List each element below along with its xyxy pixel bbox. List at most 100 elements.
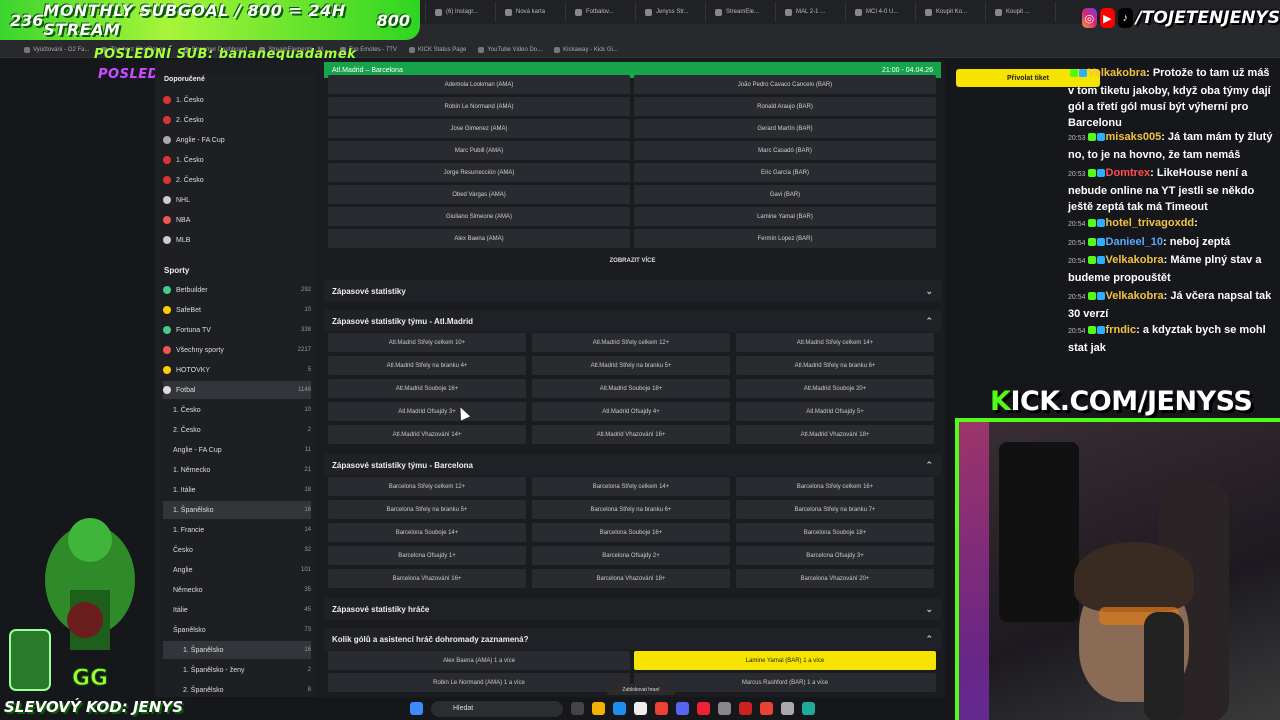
chat-username[interactable]: misaks005 — [1106, 131, 1162, 143]
player-option[interactable]: Gavi (BAR) — [634, 185, 936, 204]
browser-tab[interactable]: Fotbalov... — [570, 2, 636, 22]
sidebar-league-item[interactable]: 1. Španělsko 16 — [163, 641, 311, 659]
stat-bet-option[interactable]: Barcelona Souboje 16+ — [532, 523, 730, 542]
stat-bet-option[interactable]: Barcelona Střely celkem 12+ — [328, 477, 526, 496]
stat-bet-option[interactable]: Barcelona Střely na branku 6+ — [532, 500, 730, 519]
chat-username[interactable]: Velkakobra — [1106, 254, 1164, 266]
chrome-icon[interactable] — [760, 702, 773, 715]
discord-icon[interactable] — [676, 702, 689, 715]
stat-bet-option[interactable]: Atl.Madrid Střely celkem 14+ — [736, 333, 934, 352]
stat-bet-option[interactable]: Atl.Madrid Souboje 20+ — [736, 379, 934, 398]
chat-username[interactable]: frndic — [1106, 324, 1137, 336]
player-option[interactable]: Gerard Martín (BAR) — [634, 119, 936, 138]
stat-bet-option[interactable]: Atl.Madrid Souboje 16+ — [328, 379, 526, 398]
player-option[interactable]: Eric García (BAR) — [634, 163, 936, 182]
browser-tab[interactable]: Nová karta — [500, 2, 566, 22]
goals-assists-option[interactable]: Marcus Rashford (BAR) 1 a více — [634, 673, 936, 692]
stat-bet-option[interactable]: Barcelona Střely na branku 5+ — [328, 500, 526, 519]
stat-bet-option[interactable]: Barcelona Souboje 14+ — [328, 523, 526, 542]
section-goals-assists[interactable]: Kolik gólů a asistencí hráč dohromady za… — [324, 628, 941, 650]
stat-bet-option[interactable]: Barcelona Ofsajdy 3+ — [736, 546, 934, 565]
sidebar-item[interactable]: NHL — [163, 191, 311, 209]
browser-tab[interactable]: Koupit ... — [990, 2, 1056, 22]
edge-icon[interactable] — [613, 702, 626, 715]
player-option[interactable]: Giuliano Simeone (AMA) — [328, 207, 630, 226]
player-option[interactable]: Alex Baena (AMA) — [328, 229, 630, 248]
sidebar-league-item[interactable]: 1. Španělsko 16 — [163, 501, 311, 519]
show-more-button[interactable]: ZOBRAZIT VÍCE — [324, 252, 941, 270]
app-icon[interactable] — [739, 702, 752, 715]
bookmark-item[interactable]: YouTube Video Do... — [478, 46, 542, 53]
stat-bet-option[interactable]: Atl.Madrid Střely celkem 12+ — [532, 333, 730, 352]
sidebar-sport-item[interactable]: Fotbal 1148 — [163, 381, 311, 399]
player-option[interactable]: Ademola Lookman (AMA) — [328, 75, 630, 94]
section-match-stats[interactable]: Zápasové statistiky ⌄ — [324, 280, 941, 302]
browser-tab[interactable]: MCI 4-0 U... — [850, 2, 916, 22]
bookmark-item[interactable]: KICK Status Page — [408, 46, 466, 53]
sidebar-league-item[interactable]: 1. Francie 14 — [163, 521, 311, 539]
sidebar-item[interactable]: 2. Česko — [163, 111, 311, 129]
stat-bet-option[interactable]: Atl.Madrid Střely na branku 4+ — [328, 356, 526, 375]
stat-bet-option[interactable]: Atl.Madrid Ofsajdy 3+ — [328, 402, 526, 421]
sidebar-sport-item[interactable]: SafeBet 10 — [163, 301, 311, 319]
stat-bet-option[interactable]: Barcelona Vhazování 18+ — [532, 569, 730, 588]
goals-assists-option[interactable]: Lamine Yamal (BAR) 1 a více — [634, 651, 936, 670]
browser-tab[interactable]: MAL 2-1 ... — [780, 2, 846, 22]
browser-tab[interactable]: StreamEle... — [710, 2, 776, 22]
stat-bet-option[interactable]: Barcelona Ofsajdy 1+ — [328, 546, 526, 565]
player-option[interactable]: Ronald Araujo (BAR) — [634, 97, 936, 116]
sidebar-league-item[interactable]: 1. Německo 21 — [163, 461, 311, 479]
stat-bet-option[interactable]: Atl.Madrid Ofsajdy 4+ — [532, 402, 730, 421]
chat-username[interactable]: Danieel_10 — [1106, 236, 1163, 248]
sidebar-sport-item[interactable]: Betbuilder 292 — [163, 281, 311, 299]
chat-username[interactable]: hotel_trivagoxdd — [1106, 217, 1195, 229]
player-option[interactable]: Lamine Yamal (BAR) — [634, 207, 936, 226]
browser-tab[interactable]: Jenyss Str... — [640, 2, 706, 22]
chat-username[interactable]: Velkakobra — [1088, 67, 1146, 79]
store-icon[interactable] — [634, 702, 647, 715]
sidebar-sport-item[interactable]: Fortuna TV 338 — [163, 321, 311, 339]
sidebar-league-item[interactable]: 2. Česko 2 — [163, 421, 311, 439]
sidebar-sport-item[interactable]: HOTOVKY 5 — [163, 361, 311, 379]
stat-bet-option[interactable]: Barcelona Vhazování 16+ — [328, 569, 526, 588]
stat-bet-option[interactable]: Barcelona Střely na branku 7+ — [736, 500, 934, 519]
section-home-team-stats[interactable]: Zápasové statistiky týmu - Atl.Madrid ⌃ — [324, 310, 941, 332]
bookmark-item[interactable]: Kickaway - Kick Gi... — [554, 46, 618, 53]
chrome-icon[interactable] — [655, 702, 668, 715]
section-away-team-stats[interactable]: Zápasové statistiky týmu - Barcelona ⌃ — [324, 454, 941, 476]
windows-start-icon[interactable] — [410, 702, 423, 715]
player-option[interactable]: Robin Le Normand (AMA) — [328, 97, 630, 116]
stat-bet-option[interactable]: Atl.Madrid Střely na branku 5+ — [532, 356, 730, 375]
browser-tab[interactable]: (6) Instagr... — [430, 2, 496, 22]
sidebar-league-item[interactable]: 2. Španělsko 8 — [163, 681, 311, 699]
player-option[interactable]: Jose Gimenez (AMA) — [328, 119, 630, 138]
goals-assists-option[interactable]: Alex Baena (AMA) 1 a více — [328, 651, 630, 670]
chat-username[interactable]: Domtrex — [1106, 167, 1151, 179]
chat-username[interactable]: Velkakobra — [1106, 290, 1164, 302]
obs-icon[interactable] — [697, 702, 710, 715]
sidebar-league-item[interactable]: Španělsko 73 — [163, 621, 311, 639]
sidebar-league-item[interactable]: Anglie 101 — [163, 561, 311, 579]
sidebar-league-item[interactable]: Česko 32 — [163, 541, 311, 559]
sidebar-sport-item[interactable]: Všechny sporty 2217 — [163, 341, 311, 359]
app-icon[interactable] — [781, 702, 794, 715]
stat-bet-option[interactable]: Atl.Madrid Vhazování 16+ — [532, 425, 730, 444]
section-player-stats[interactable]: Zápasové statistiky hráče ⌄ — [324, 598, 941, 620]
sidebar-league-item[interactable]: 1. Španělsko - ženy 2 — [163, 661, 311, 679]
app-icon[interactable] — [802, 702, 815, 715]
sidebar-item[interactable]: Anglie - FA Cup — [163, 131, 311, 149]
player-option[interactable]: Marc Pubill (AMA) — [328, 141, 630, 160]
stat-bet-option[interactable]: Barcelona Střely celkem 16+ — [736, 477, 934, 496]
player-option[interactable]: Jorge Resurrección (AMA) — [328, 163, 630, 182]
file-explorer-icon[interactable] — [592, 702, 605, 715]
sidebar-item[interactable]: NBA — [163, 211, 311, 229]
stat-bet-option[interactable]: Barcelona Vhazování 20+ — [736, 569, 934, 588]
sidebar-item[interactable]: 2. Česko — [163, 171, 311, 189]
player-option[interactable]: Obed Vargas (AMA) — [328, 185, 630, 204]
stat-bet-option[interactable]: Atl.Madrid Vhazování 18+ — [736, 425, 934, 444]
sidebar-item[interactable]: 1. Česko — [163, 151, 311, 169]
stat-bet-option[interactable]: Barcelona Souboje 18+ — [736, 523, 934, 542]
goals-assists-option[interactable]: Robin Le Normand (AMA) 1 a více — [328, 673, 630, 692]
stat-bet-option[interactable]: Atl.Madrid Střely celkem 10+ — [328, 333, 526, 352]
sidebar-league-item[interactable]: 1. Česko 10 — [163, 401, 311, 419]
